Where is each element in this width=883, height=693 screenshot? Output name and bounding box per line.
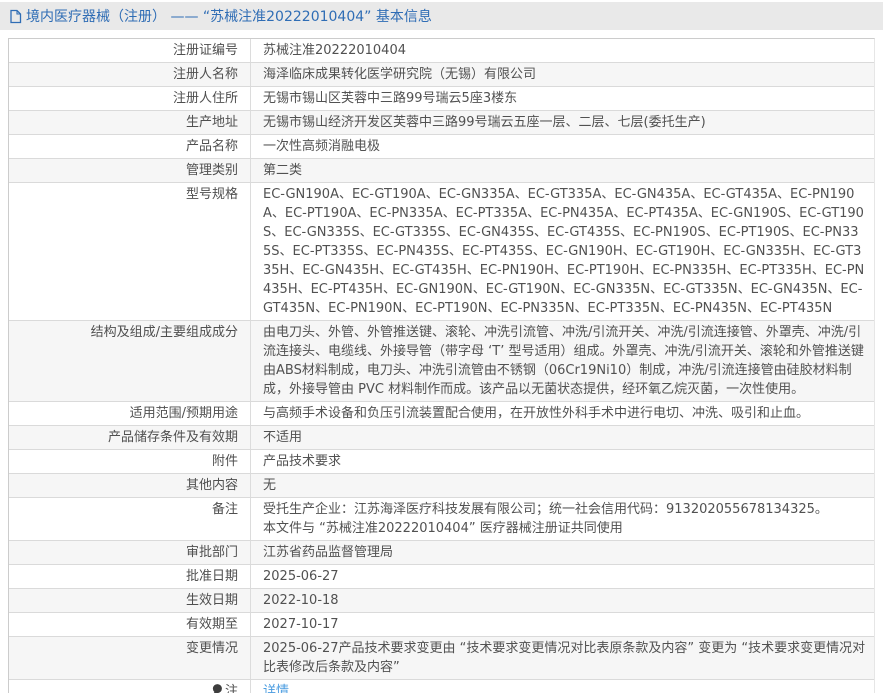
page-header: 境内医疗器械（注册） —— “苏械注准20222010404” 基本信息 (0, 2, 883, 30)
row-label-text: 附件 (211, 454, 238, 469)
document-icon (9, 9, 22, 24)
row-label: 变更情况 (9, 637, 251, 679)
table-row: 结构及组成/主要组成成分 由电刀头、外管、外管推送键、滚轮、冲洗引流管、冲洗/引流… (9, 320, 874, 401)
row-label-text: 注册证编号 (172, 43, 238, 58)
row-value: 2022-10-18 (263, 593, 339, 608)
row-value: 江苏省药品监督管理局 (263, 545, 394, 560)
row-label-text: 注册人住所 (172, 91, 238, 106)
row-label: 产品储存条件及有效期 (9, 426, 251, 449)
row-value: 一次性高频消融电极 (263, 139, 381, 154)
row-value: 无锡市锡山经济开发区芙蓉中三路99号瑞云五座一层、二层、七层(委托生产) (263, 115, 706, 130)
row-label: 产品名称 (9, 135, 251, 158)
row-value: 不适用 (263, 430, 303, 445)
row-value: 与高频手术设备和负压引流装置配合使用，在开放性外科手术中进行电切、冲洗、吸引和止… (263, 406, 810, 421)
table-row: 适用范围/预期用途 与高频手术设备和负压引流装置配合使用，在开放性外科手术中进行电… (9, 401, 874, 425)
row-value: 由电刀头、外管、外管推送键、滚轮、冲洗引流管、冲洗/引流开关、冲洗/引流连接管、… (263, 325, 864, 397)
row-label-text: 批准日期 (185, 569, 238, 584)
row-label-text: 变更情况 (185, 641, 238, 656)
row-value: EC-GN190A、EC-GT190A、EC-GN335A、EC-GT335A、… (263, 187, 865, 316)
row-label-text: 型号规格 (185, 187, 238, 202)
row-label-text: 注册人名称 (172, 67, 238, 82)
row-label-text: 产品名称 (185, 139, 238, 154)
table-row: 管理类别 第二类 (9, 158, 874, 182)
row-label-text: 产品储存条件及有效期 (107, 430, 238, 445)
details-link[interactable]: 详情 (263, 684, 289, 693)
page-title: 境内医疗器械（注册） —— “苏械注准20222010404” 基本信息 (26, 9, 432, 25)
row-label: 其他内容 (9, 474, 251, 497)
row-label: 注册人名称 (9, 63, 251, 86)
row-value: 2025-06-27产品技术要求变更由 “技术要求变更情况对比表原条款及内容” … (263, 641, 866, 675)
row-value: 受托生产企业：江苏海泽医疗科技发展有限公司；统一社会信用代码：913202055… (263, 502, 828, 536)
row-value: 苏械注准20222010404 (263, 43, 406, 58)
row-label-text: 注 (224, 684, 238, 693)
row-label: 注册证编号 (9, 39, 251, 62)
table-row: 附件 产品技术要求 (9, 449, 874, 473)
row-value: 海泽临床成果转化医学研究院（无锡）有限公司 (263, 67, 537, 82)
row-value: 产品技术要求 (263, 454, 342, 469)
row-label-text: 生产地址 (185, 115, 238, 130)
table-row: 注册人住所 无锡市锡山区芙蓉中三路99号瑞云5座3楼东 (9, 86, 874, 110)
table-row: 变更情况 2025-06-27产品技术要求变更由 “技术要求变更情况对比表原条款及… (9, 636, 874, 679)
row-label: 有效期至 (9, 613, 251, 636)
table-row: 注 详情 (9, 679, 874, 693)
table-row: 其他内容 无 (9, 473, 874, 497)
row-label-text: 适用范围/预期用途 (129, 406, 238, 421)
row-value: 第二类 (263, 163, 303, 178)
table-row: 有效期至 2027-10-17 (9, 612, 874, 636)
table-row: 注册证编号 苏械注准20222010404 (9, 39, 874, 62)
row-label: 管理类别 (9, 159, 251, 182)
note-icon (211, 683, 223, 693)
row-label: 附件 (9, 450, 251, 473)
row-value: 2025-06-27 (263, 569, 339, 584)
row-value: 详情 (251, 680, 874, 693)
table-row: 生效日期 2022-10-18 (9, 588, 874, 612)
row-label: 注 (9, 680, 251, 693)
row-label: 备注 (9, 498, 251, 540)
row-label: 审批部门 (9, 541, 251, 564)
row-label-text: 其他内容 (185, 478, 238, 493)
table-row: 生产地址 无锡市锡山经济开发区芙蓉中三路99号瑞云五座一层、二层、七层(委托生产) (9, 110, 874, 134)
table-row: 批准日期 2025-06-27 (9, 564, 874, 588)
row-label-text: 审批部门 (185, 545, 238, 560)
row-label: 生效日期 (9, 589, 251, 612)
row-label-text: 管理类别 (185, 163, 238, 178)
row-label: 批准日期 (9, 565, 251, 588)
table-row: 产品名称 一次性高频消融电极 (9, 134, 874, 158)
table-row: 型号规格 EC-GN190A、EC-GT190A、EC-GN335A、EC-GT3… (9, 182, 874, 320)
info-table: 注册证编号 苏械注准20222010404 注册人名称 海泽临床成果转化医学研究院（无… (8, 38, 875, 693)
row-label: 生产地址 (9, 111, 251, 134)
row-value: 无 (263, 478, 277, 493)
table-row: 审批部门 江苏省药品监督管理局 (9, 540, 874, 564)
row-label: 注册人住所 (9, 87, 251, 110)
row-label: 结构及组成/主要组成成分 (9, 321, 251, 401)
row-label-text: 结构及组成/主要组成成分 (90, 325, 238, 340)
row-label-text: 有效期至 (185, 617, 238, 632)
row-value: 无锡市锡山区芙蓉中三路99号瑞云5座3楼东 (263, 91, 518, 106)
row-label-text: 备注 (211, 502, 238, 517)
row-label: 型号规格 (9, 183, 251, 320)
table-row: 注册人名称 海泽临床成果转化医学研究院（无锡）有限公司 (9, 62, 874, 86)
row-label: 适用范围/预期用途 (9, 402, 251, 425)
table-row: 产品储存条件及有效期 不适用 (9, 425, 874, 449)
row-label-text: 生效日期 (185, 593, 238, 608)
row-value: 2027-10-17 (263, 617, 339, 632)
table-row: 备注 受托生产企业：江苏海泽医疗科技发展有限公司；统一社会信用代码：9132020… (9, 497, 874, 540)
